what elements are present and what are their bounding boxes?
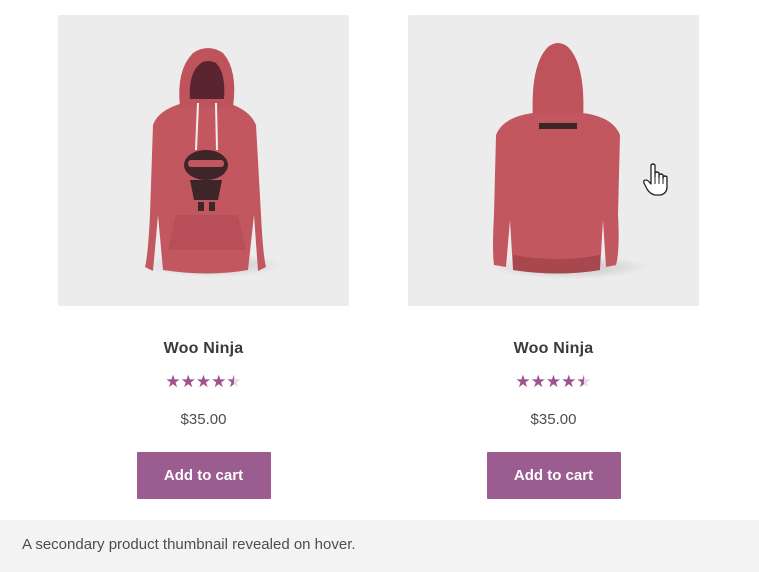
star-rating-fill: ★★★★★ [515, 372, 584, 391]
star-rating-fill: ★★★★★ [165, 372, 234, 391]
hoodie-front-image [143, 48, 283, 277]
product-price: $35.00 [530, 411, 577, 428]
product-title[interactable]: Woo Ninja [408, 340, 699, 358]
product-thumbnail-back[interactable] [408, 15, 699, 306]
product-price: $35.00 [180, 411, 227, 428]
star-rating: ★★★★★ ★★★★★ [165, 372, 241, 392]
product-thumbnail-front[interactable] [58, 15, 349, 306]
product-title[interactable]: Woo Ninja [58, 340, 349, 358]
caption-text: A secondary product thumbnail revealed o… [22, 536, 356, 553]
caption-bar: A secondary product thumbnail revealed o… [0, 520, 759, 572]
add-to-cart-button[interactable]: Add to cart [136, 452, 271, 499]
hand-pointer-icon [643, 163, 669, 202]
hoodie-back-image [490, 43, 650, 279]
add-to-cart-button[interactable]: Add to cart [486, 452, 621, 499]
star-rating: ★★★★★ ★★★★★ [515, 372, 591, 392]
